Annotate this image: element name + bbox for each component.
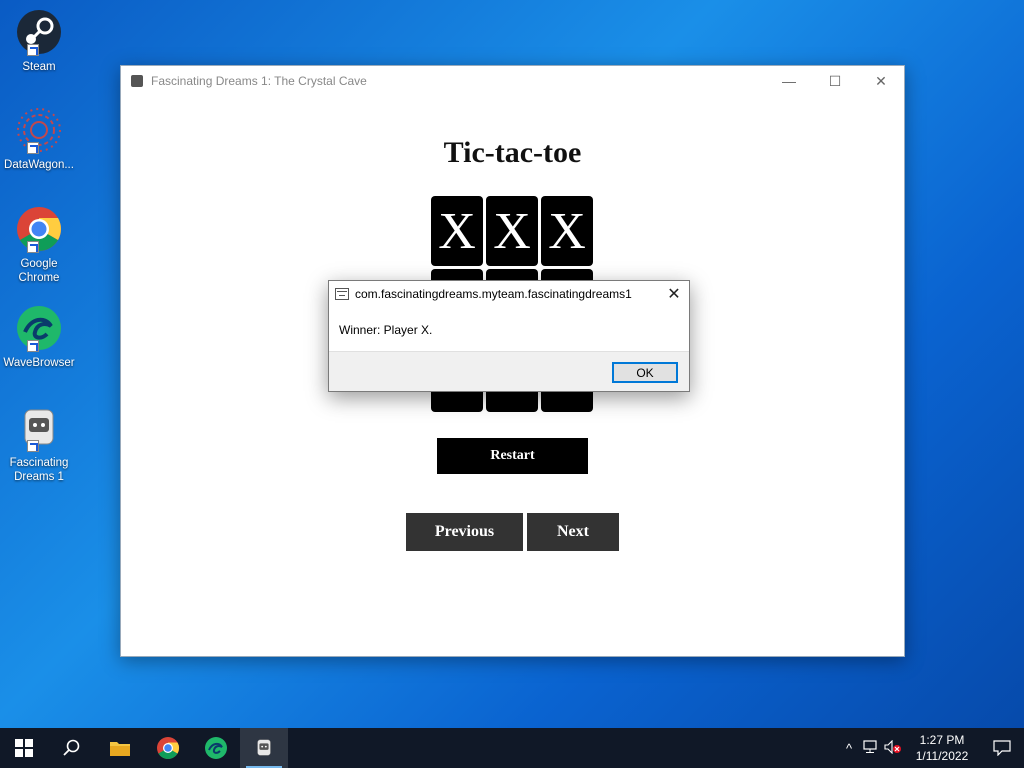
ok-button[interactable]: OK <box>612 362 678 383</box>
maximize-button[interactable]: ☐ <box>812 66 858 96</box>
dialog-message: Winner: Player X. <box>339 323 433 337</box>
datawagon-icon <box>15 106 63 154</box>
wavebrowser-icon <box>15 304 63 352</box>
board-cell[interactable]: X <box>486 196 538 266</box>
desktop-icon-label: DataWagon... <box>4 159 74 171</box>
desktop-icon-label: Google Chrome <box>18 258 60 284</box>
taskbar: ^ 1:27 PM 1/11/2022 <box>0 728 1024 768</box>
winner-dialog: com.fascinatingdreams.myteam.fascinating… <box>328 280 690 392</box>
taskbar-chrome[interactable] <box>144 728 192 768</box>
previous-button[interactable]: Previous <box>406 513 523 551</box>
volume-muted-icon[interactable] <box>882 739 904 757</box>
desktop-icon-label: Fascinating Dreams 1 <box>9 457 69 483</box>
shortcut-arrow-icon <box>27 241 39 253</box>
fascinating-dreams-icon <box>15 404 63 452</box>
desktop-icon-steam[interactable]: Steam <box>2 8 76 74</box>
chrome-icon <box>15 205 63 253</box>
desktop-icon-fascinating-dreams[interactable]: Fascinating Dreams 1 <box>2 404 76 484</box>
taskbar-file-explorer[interactable] <box>96 728 144 768</box>
start-icon <box>15 739 33 757</box>
system-tray: ^ 1:27 PM 1/11/2022 <box>838 728 1024 768</box>
notification-icon <box>993 740 1011 756</box>
edge-icon <box>205 737 227 759</box>
dialog-title: com.fascinatingdreams.myteam.fascinating… <box>355 287 632 301</box>
minimize-button[interactable]: — <box>766 66 812 96</box>
search-button[interactable] <box>48 728 96 768</box>
steam-icon <box>15 8 63 56</box>
taskbar-clock[interactable]: 1:27 PM 1/11/2022 <box>904 732 980 764</box>
dialog-footer: OK <box>329 351 689 391</box>
clock-time: 1:27 PM <box>919 733 965 747</box>
board-cell[interactable]: X <box>541 196 593 266</box>
chevron-up-icon[interactable]: ^ <box>838 741 860 756</box>
shortcut-arrow-icon <box>27 440 39 452</box>
desktop-icon-chrome[interactable]: Google Chrome <box>2 205 76 285</box>
window-icon <box>335 288 349 300</box>
desktop-icon-label: WaveBrowser <box>3 357 75 369</box>
notification-button[interactable] <box>980 740 1024 756</box>
chrome-icon <box>157 737 179 759</box>
shortcut-arrow-icon <box>27 340 39 352</box>
desktop-icon-datawagon[interactable]: DataWagon... <box>2 106 76 172</box>
fascinating-dreams-icon <box>257 739 271 756</box>
shortcut-arrow-icon <box>27 44 39 56</box>
clock-date: 1/11/2022 <box>915 749 969 763</box>
shortcut-arrow-icon <box>27 142 39 154</box>
board-cell[interactable]: X <box>431 196 483 266</box>
desktop-icon-wavebrowser[interactable]: WaveBrowser <box>2 304 76 370</box>
window-title: Fascinating Dreams 1: The Crystal Cave <box>151 74 367 88</box>
start-button[interactable] <box>0 728 48 768</box>
network-icon[interactable] <box>860 739 882 757</box>
taskbar-fascinating-dreams[interactable] <box>240 728 288 768</box>
file-explorer-icon <box>110 742 130 756</box>
next-button[interactable]: Next <box>527 513 619 551</box>
restart-button[interactable]: Restart <box>437 438 588 474</box>
desktop-icon-label: Steam <box>22 61 56 73</box>
window-titlebar[interactable]: Fascinating Dreams 1: The Crystal Cave —… <box>121 66 904 96</box>
search-icon <box>63 739 80 756</box>
dialog-close-button[interactable]: ✕ <box>659 281 689 307</box>
app-icon <box>131 75 143 87</box>
game-heading: Tic-tac-toe <box>443 136 582 169</box>
close-button[interactable]: ✕ <box>858 66 904 96</box>
dialog-titlebar[interactable]: com.fascinatingdreams.myteam.fascinating… <box>329 281 689 307</box>
taskbar-edge[interactable] <box>192 728 240 768</box>
